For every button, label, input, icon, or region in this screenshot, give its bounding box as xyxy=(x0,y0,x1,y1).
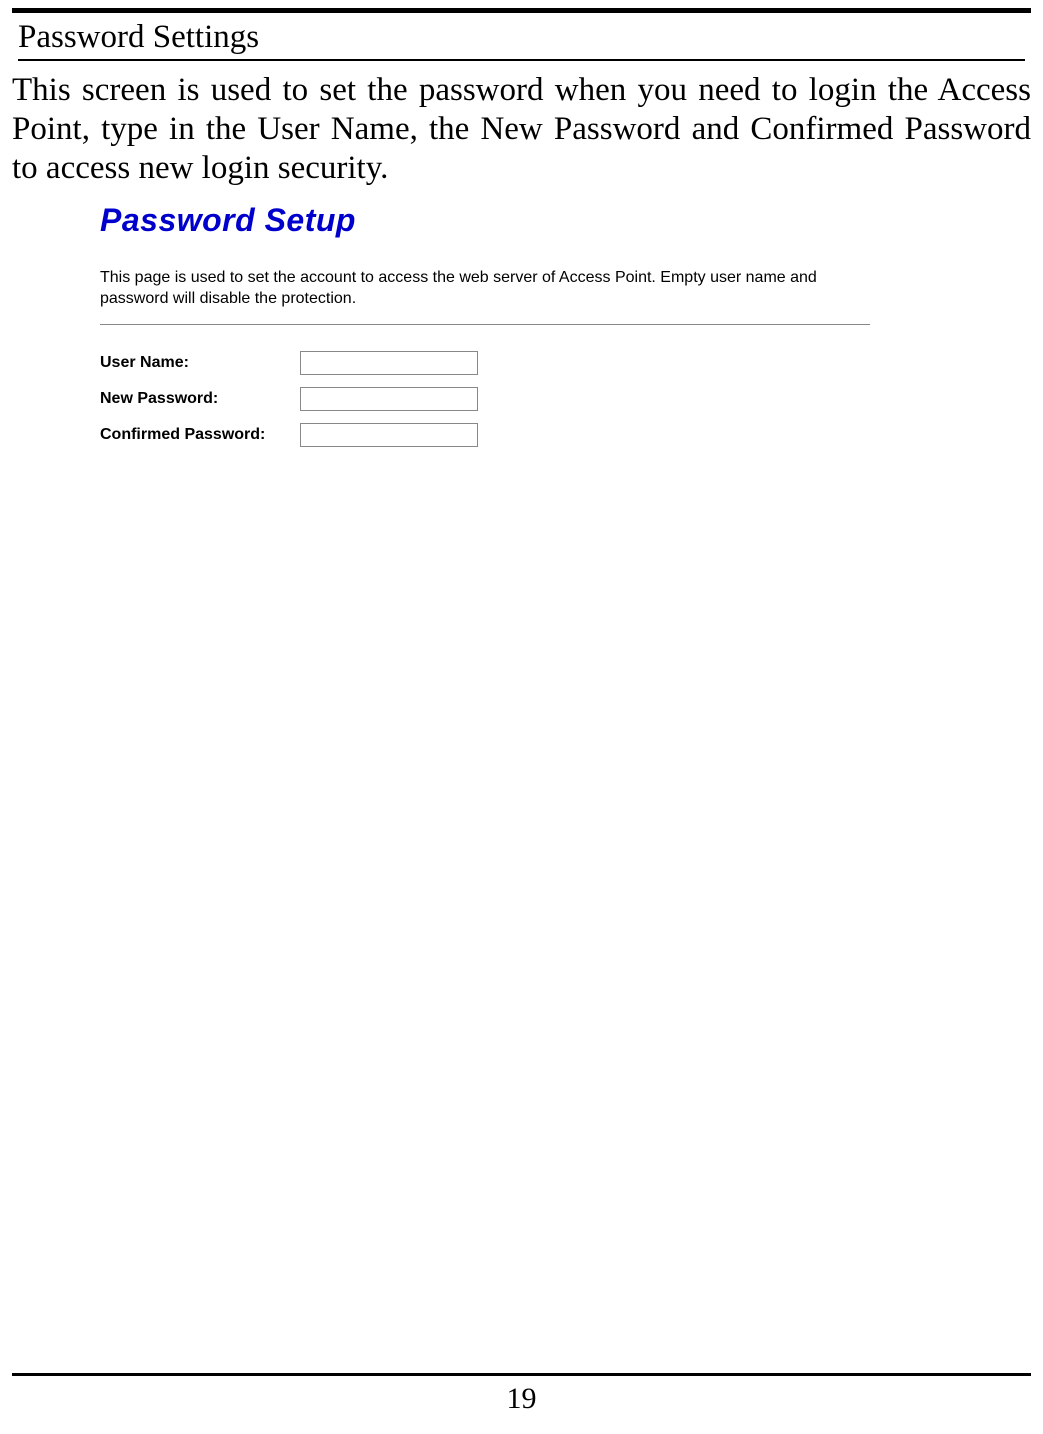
intro-paragraph: This screen is used to set the password … xyxy=(12,71,1031,188)
panel-description: This page is used to set the account to … xyxy=(100,267,870,325)
bottom-horizontal-rule xyxy=(12,1373,1031,1376)
input-user-name[interactable] xyxy=(300,351,478,375)
input-new-password[interactable] xyxy=(300,387,478,411)
panel-title: Password Setup xyxy=(100,202,870,239)
top-horizontal-rule xyxy=(12,8,1031,13)
password-form: User Name: New Password: Confirmed Passw… xyxy=(100,351,870,447)
label-confirmed-password: Confirmed Password: xyxy=(100,426,300,444)
label-user-name: User Name: xyxy=(100,354,300,372)
section-heading: Password Settings xyxy=(18,19,1025,61)
page-number: 19 xyxy=(0,1382,1043,1416)
row-user-name: User Name: xyxy=(100,351,870,375)
row-new-password: New Password: xyxy=(100,387,870,411)
input-confirmed-password[interactable] xyxy=(300,423,478,447)
password-setup-panel: Password Setup This page is used to set … xyxy=(100,202,870,447)
row-confirmed-password: Confirmed Password: xyxy=(100,423,870,447)
label-new-password: New Password: xyxy=(100,390,300,408)
